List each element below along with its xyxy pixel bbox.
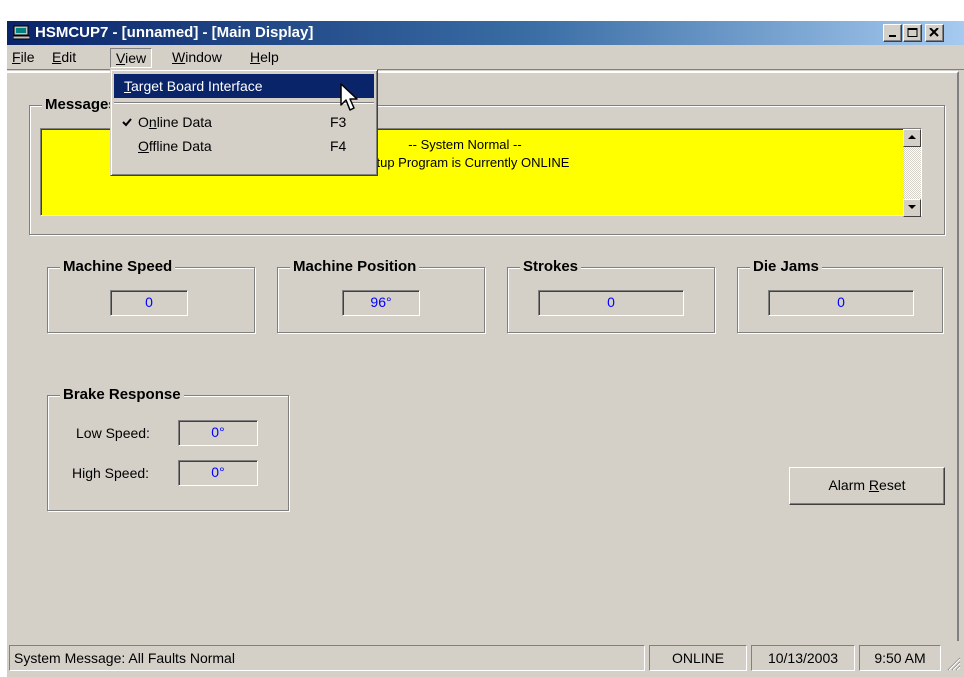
target-board-label: arget Board Interface — [131, 78, 263, 94]
title-bar[interactable]: HSMCUP7 - [unnamed] - [Main Display] — [7, 21, 964, 45]
strokes-value: 0 — [538, 290, 684, 316]
menu-window-post: indow — [185, 49, 222, 65]
menu-window-key: W — [172, 49, 186, 65]
scroll-down-button[interactable] — [903, 199, 921, 217]
brake-response-group: Brake Response Low Speed: 0° High Speed:… — [47, 386, 289, 511]
close-button[interactable] — [925, 24, 944, 42]
computer-icon[interactable] — [12, 25, 31, 40]
strokes-title: Strokes — [520, 258, 582, 275]
alarm-reset-button[interactable]: Alarm Reset — [789, 467, 945, 505]
main-window: HSMCUP7 - [unnamed] - [Main Display] Fil… — [6, 20, 964, 677]
low-speed-label: Low Speed: — [76, 425, 150, 441]
menu-online-data[interactable]: Online Data F3 — [114, 110, 374, 134]
status-bar: System Message: All Faults Normal ONLINE… — [7, 641, 964, 675]
status-time: 9:50 AM — [859, 645, 941, 671]
menu-edit-key: E — [52, 49, 62, 65]
mouse-cursor-icon — [340, 83, 358, 111]
offline-data-text: Offline Data — [138, 134, 212, 158]
machine-speed-value: 0 — [110, 290, 188, 316]
die-jams-value: 0 — [768, 290, 914, 316]
machine-speed-group: Machine Speed 0 — [47, 258, 255, 333]
scroll-up-button[interactable] — [903, 129, 921, 147]
brake-response-title: Brake Response — [60, 386, 184, 403]
machine-position-value: 96° — [342, 290, 420, 316]
offline-data-post: ffline Data — [148, 138, 212, 154]
alarm-reset-pre: Alarm — [828, 477, 869, 493]
status-message: System Message: All Faults Normal — [9, 645, 645, 671]
menu-file[interactable]: File — [7, 48, 40, 68]
menu-edit[interactable]: Edit — [47, 48, 81, 68]
menu-view-key: V — [116, 50, 126, 66]
checkmark-icon — [122, 118, 132, 127]
machine-speed-title: Machine Speed — [60, 258, 176, 275]
machine-position-title: Machine Position — [290, 258, 420, 275]
menu-target-board-interface[interactable]: Target Board Interface — [114, 74, 374, 98]
menu-bar: File Edit View Window Help — [7, 45, 964, 70]
menu-file-key: F — [12, 49, 21, 65]
offline-data-shortcut: F4 — [330, 138, 347, 154]
alarm-reset-post: eset — [879, 477, 906, 493]
menu-file-post: ile — [20, 49, 35, 65]
menu-help-key: H — [250, 49, 261, 65]
menu-edit-post: dit — [61, 49, 77, 65]
online-data-post: line Data — [156, 114, 212, 130]
offline-data-key: O — [138, 138, 149, 154]
menu-view[interactable]: View — [110, 48, 153, 68]
close-icon — [929, 28, 939, 37]
low-speed-value: 0° — [178, 420, 258, 446]
maximize-icon — [907, 28, 918, 37]
high-speed-value: 0° — [178, 460, 258, 486]
high-speed-label: High Speed: — [72, 465, 150, 481]
view-menu-dropdown: Target Board Interface Online Data F3 Of… — [110, 69, 378, 176]
arrow-down-icon — [908, 205, 916, 209]
menu-help[interactable]: Help — [245, 48, 284, 68]
maximize-button[interactable] — [903, 24, 922, 42]
menu-separator — [114, 102, 374, 104]
online-data-pre: O — [138, 114, 149, 130]
window-title: HSMCUP7 - [unnamed] - [Main Display] — [35, 24, 314, 41]
online-data-text: Online Data — [138, 110, 212, 134]
minimize-button[interactable] — [883, 24, 902, 42]
die-jams-group: Die Jams 0 — [737, 258, 943, 333]
menu-window[interactable]: Window — [167, 48, 227, 68]
alarm-reset-key: R — [868, 477, 880, 493]
strokes-group: Strokes 0 — [507, 258, 715, 333]
minimize-icon — [889, 35, 896, 37]
machine-position-group: Machine Position 96° — [277, 258, 485, 333]
arrow-up-icon — [908, 135, 916, 139]
die-jams-title: Die Jams — [750, 258, 822, 275]
menu-view-post: iew — [125, 50, 147, 66]
message-scrollbar[interactable] — [903, 129, 921, 217]
menu-help-post: elp — [260, 49, 279, 65]
resize-grip-icon[interactable] — [945, 655, 961, 671]
online-data-shortcut: F3 — [330, 114, 347, 130]
status-date: 10/13/2003 — [751, 645, 855, 671]
target-board-key: T — [124, 78, 131, 94]
messages-title: Messages — [42, 96, 120, 113]
status-mode: ONLINE — [649, 645, 747, 671]
online-data-key: n — [148, 114, 157, 130]
menu-offline-data[interactable]: Offline Data F4 — [114, 134, 374, 158]
